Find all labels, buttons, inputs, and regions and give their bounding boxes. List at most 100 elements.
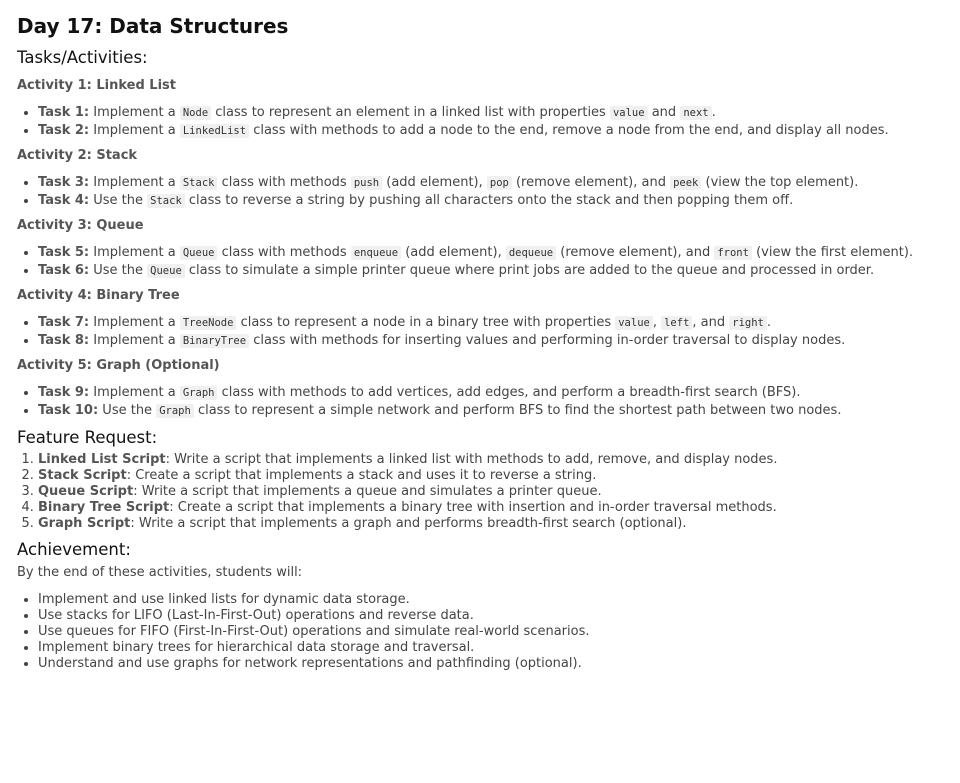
- achievement-list: Implement and use linked lists for dynam…: [17, 592, 943, 672]
- feature-heading: Feature Request:: [17, 428, 158, 447]
- task-text: (view the first element).: [751, 245, 914, 260]
- achievement-item: Use stacks for LIFO (Last-In-First-Out) …: [38, 608, 943, 624]
- activity-title: Activity 4: Binary Tree: [17, 288, 180, 303]
- achievement-item: Implement binary trees for hierarchical …: [38, 640, 943, 656]
- feature-item: Linked List Script: Write a script that …: [38, 452, 943, 468]
- task-label: Task 1:: [38, 105, 90, 120]
- task-item: Task 4: Use the Stack class to reverse a…: [38, 192, 943, 210]
- task-text: (remove element), and: [511, 175, 671, 190]
- inline-code: Queue: [179, 246, 218, 260]
- activity-title: Activity 3: Queue: [17, 218, 144, 233]
- feature-text: : Write a script that implements a queue…: [133, 484, 602, 499]
- task-text: (add element),: [382, 175, 487, 190]
- task-text: (remove element), and: [556, 245, 715, 260]
- inline-code: BinaryTree: [179, 334, 250, 348]
- achievement-item: Use queues for FIFO (First-In-First-Out)…: [38, 624, 943, 640]
- achievement-heading: Achievement:: [17, 540, 131, 559]
- activity-title: Activity 2: Stack: [17, 148, 138, 163]
- task-label: Task 6:: [38, 263, 90, 278]
- task-text: ,: [652, 315, 662, 330]
- feature-text: : Create a script that implements a bina…: [169, 500, 777, 515]
- task-text: Implement a: [89, 315, 180, 330]
- feature-item: Stack Script: Create a script that imple…: [38, 468, 943, 484]
- inline-code: peek: [670, 176, 702, 190]
- task-text: class with methods: [217, 245, 351, 260]
- task-list: Task 5: Implement a Queue class with met…: [17, 244, 943, 280]
- activity-title: Activity 1: Linked List: [17, 78, 176, 93]
- inline-code: value: [615, 316, 653, 330]
- task-text: and: [647, 105, 681, 120]
- inline-code: dequeue: [505, 246, 557, 260]
- task-item: Task 6: Use the Queue class to simulate …: [38, 262, 943, 280]
- task-text: class to reverse a string by pushing all…: [184, 193, 794, 208]
- task-text: class with methods: [217, 175, 351, 190]
- task-label: Task 2:: [38, 123, 90, 138]
- task-text: , and: [692, 315, 730, 330]
- inline-code: next: [680, 106, 712, 120]
- tasks-heading: Tasks/Activities:: [17, 48, 148, 67]
- task-list: Task 9: Implement a Graph class with met…: [17, 384, 943, 420]
- inline-code: front: [714, 246, 752, 260]
- task-text: class to simulate a simple printer queue…: [184, 263, 875, 278]
- inline-code: right: [729, 316, 767, 330]
- task-label: Task 10:: [38, 403, 99, 418]
- task-item: Task 7: Implement a TreeNode class to re…: [38, 314, 943, 332]
- task-item: Task 10: Use the Graph class to represen…: [38, 402, 943, 420]
- task-list: Task 1: Implement a Node class to repres…: [17, 104, 943, 140]
- task-label: Task 5:: [38, 245, 90, 260]
- task-label: Task 9:: [38, 385, 90, 400]
- task-item: Task 5: Implement a Queue class with met…: [38, 244, 943, 262]
- task-item: Task 3: Implement a Stack class with met…: [38, 174, 943, 192]
- task-text: Implement a: [89, 123, 180, 138]
- task-text: Implement a: [89, 333, 180, 348]
- task-item: Task 9: Implement a Graph class with met…: [38, 384, 943, 402]
- task-text: class to represent an element in a linke…: [211, 105, 610, 120]
- feature-item: Queue Script: Write a script that implem…: [38, 484, 943, 500]
- feature-label: Linked List Script: [38, 452, 166, 467]
- inline-code: Stack: [179, 176, 218, 190]
- inline-code: Node: [179, 106, 212, 120]
- task-text: .: [766, 315, 772, 330]
- task-text: Implement a: [89, 245, 180, 260]
- inline-code: pop: [486, 176, 512, 190]
- document: Day 17: Data Structures Tasks/Activities…: [0, 0, 960, 672]
- task-text: class to represent a node in a binary tr…: [236, 315, 616, 330]
- feature-item: Binary Tree Script: Create a script that…: [38, 500, 943, 516]
- task-text: Use the: [89, 193, 148, 208]
- task-text: class with methods for inserting values …: [249, 333, 846, 348]
- task-text: class with methods to add a node to the …: [249, 123, 889, 138]
- task-text: Use the: [89, 263, 148, 278]
- task-label: Task 7:: [38, 315, 90, 330]
- feature-label: Binary Tree Script: [38, 500, 170, 515]
- task-text: Use the: [98, 403, 157, 418]
- inline-code: push: [350, 176, 383, 190]
- achievement-intro: By the end of these activities, students…: [17, 565, 303, 580]
- inline-code: value: [609, 106, 648, 120]
- task-text: Implement a: [89, 105, 180, 120]
- feature-text: : Write a script that implements a graph…: [130, 516, 687, 531]
- feature-text: : Create a script that implements a stac…: [126, 468, 597, 483]
- task-text: Implement a: [89, 175, 180, 190]
- task-item: Task 2: Implement a LinkedList class wit…: [38, 122, 943, 140]
- task-text: (add element),: [401, 245, 506, 260]
- task-text: class to represent a simple network and …: [193, 403, 842, 418]
- activity-title: Activity 5: Graph (Optional): [17, 358, 220, 373]
- feature-label: Graph Script: [38, 516, 131, 531]
- feature-label: Stack Script: [38, 468, 127, 483]
- task-label: Task 8:: [38, 333, 90, 348]
- achievement-item: Implement and use linked lists for dynam…: [38, 592, 943, 608]
- task-list: Task 3: Implement a Stack class with met…: [17, 174, 943, 210]
- feature-label: Queue Script: [38, 484, 134, 499]
- inline-code: left: [661, 316, 693, 330]
- task-text: (view the top element).: [701, 175, 859, 190]
- task-text: Implement a: [89, 385, 180, 400]
- inline-code: Graph: [179, 386, 218, 400]
- achievement-item: Understand and use graphs for network re…: [38, 656, 943, 672]
- task-label: Task 3:: [38, 175, 90, 190]
- task-label: Task 4:: [38, 193, 90, 208]
- inline-code: enqueue: [350, 246, 402, 260]
- task-text: class with methods to add vertices, add …: [217, 385, 801, 400]
- inline-code: LinkedList: [179, 124, 250, 138]
- feature-item: Graph Script: Write a script that implem…: [38, 516, 943, 532]
- inline-code: Graph: [156, 404, 194, 418]
